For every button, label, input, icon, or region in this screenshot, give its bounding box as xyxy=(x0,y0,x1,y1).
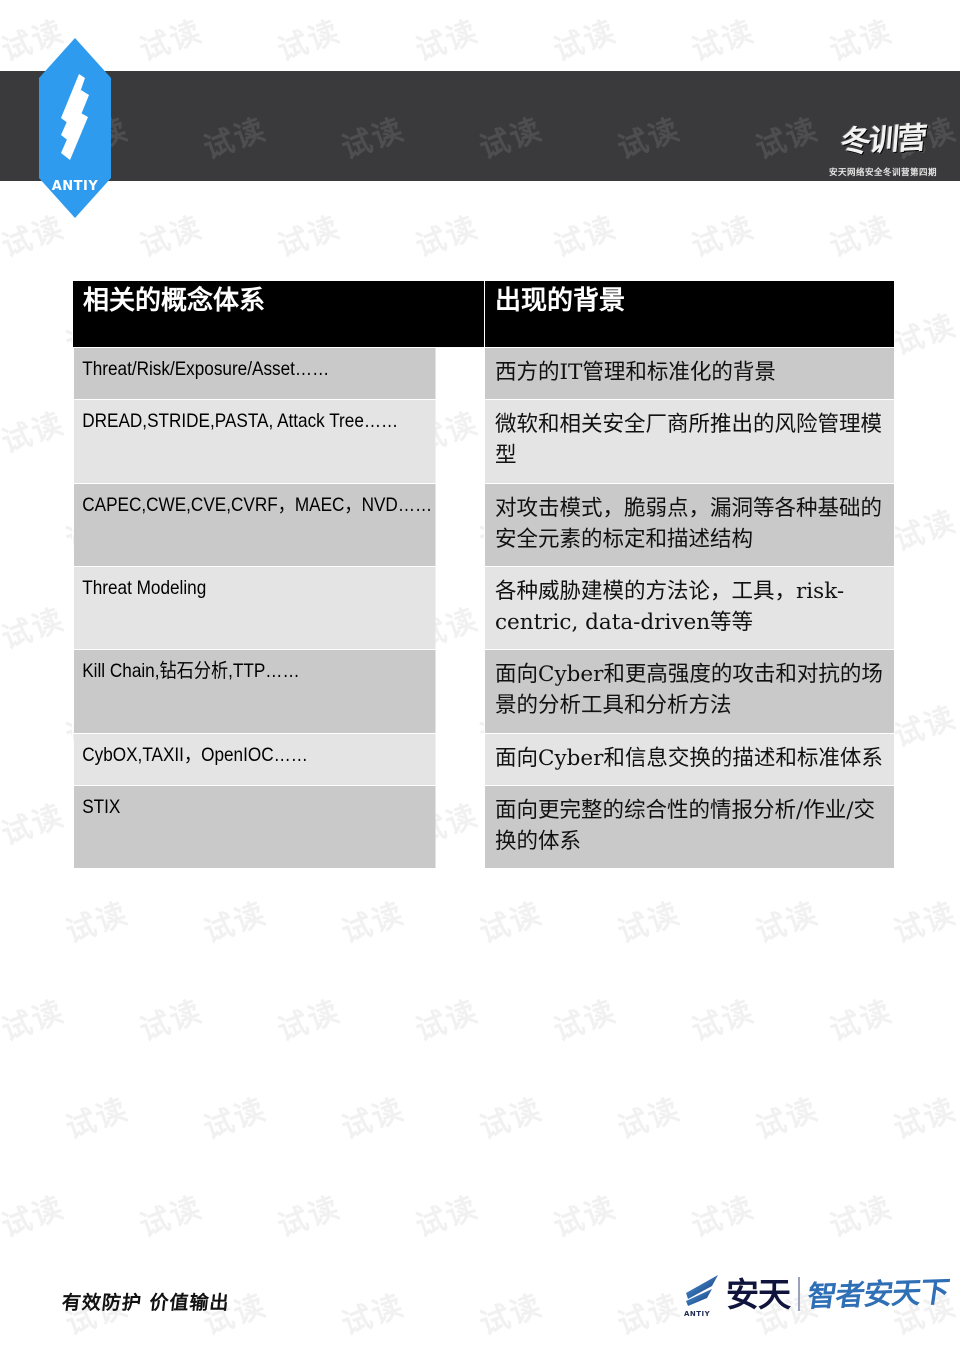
watermark-text: 试读 xyxy=(411,209,484,265)
table-header-row: 相关的概念体系 出现的背景 xyxy=(72,280,895,348)
header-band xyxy=(0,71,960,181)
table-row: CAPEC,CWE,CVE,CVRF，MAEC，NVD…… 对攻击模式，脆弱点，… xyxy=(72,482,895,567)
watermark-text: 试读 xyxy=(411,13,484,69)
column-header-concept: 相关的概念体系 xyxy=(72,280,485,348)
antiy-badge-wordmark: ANTIY xyxy=(52,179,99,194)
antiy-swoosh-icon: ANTIY xyxy=(682,1271,722,1318)
calligraphy-title: 冬训营 xyxy=(839,120,927,161)
table-body: Threat/Risk/Exposure/Asset…… 西方的IT管理和标准化… xyxy=(72,346,895,870)
watermark-text: 试读 xyxy=(613,1287,686,1343)
cell-concept: Threat/Risk/Exposure/Asset…… xyxy=(72,346,436,401)
watermark-text: 试读 xyxy=(613,895,686,951)
watermark-text: 试读 xyxy=(889,699,960,755)
watermark-text: 试读 xyxy=(0,993,70,1049)
footer-tagline: 智者安天下 xyxy=(805,1274,951,1313)
cell-background: 面向更完整的综合性的情报分析/作业/交换的体系 xyxy=(484,784,895,870)
watermark-text: 试读 xyxy=(337,1091,410,1147)
watermark-text: 试读 xyxy=(337,895,410,951)
footer-antiy-logo: ANTIY 安天 智者安天下 xyxy=(682,1265,951,1323)
column-header-background: 出现的背景 xyxy=(484,280,895,348)
watermark-text: 试读 xyxy=(135,993,208,1049)
table-row: DREAD,STRIDE,PASTA, Attack Tree…… 微软和相关安… xyxy=(72,399,895,484)
watermark-text: 试读 xyxy=(825,209,898,265)
table-row: Threat/Risk/Exposure/Asset…… 西方的IT管理和标准化… xyxy=(72,346,895,401)
watermark-text: 试读 xyxy=(411,1189,484,1245)
cell-concept: CAPEC,CWE,CVE,CVRF，MAEC，NVD…… xyxy=(72,482,436,567)
footer-slogan: 有效防护 价值输出 xyxy=(60,1292,231,1314)
cell-concept: DREAD,STRIDE,PASTA, Attack Tree…… xyxy=(72,399,436,484)
table-row: Threat Modeling 各种威胁建模的方法论，工具，risk-centr… xyxy=(72,565,895,651)
watermark-text: 试读 xyxy=(889,1091,960,1147)
watermark-text: 试读 xyxy=(135,1189,208,1245)
watermark-text: 试读 xyxy=(0,1189,70,1245)
table-row: STIX 面向更完整的综合性的情报分析/作业/交换的体系 xyxy=(72,784,895,870)
footer-company-name: 安天 xyxy=(725,1274,791,1314)
watermark-text: 试读 xyxy=(199,1091,272,1147)
watermark-text: 试读 xyxy=(273,993,346,1049)
watermark-text: 试读 xyxy=(273,13,346,69)
watermark-text: 试读 xyxy=(751,895,824,951)
watermark-text: 试读 xyxy=(0,601,70,657)
watermark-text: 试读 xyxy=(549,993,622,1049)
watermark-text: 试读 xyxy=(889,307,960,363)
watermark-text: 试读 xyxy=(475,1091,548,1147)
cell-background: 面向Cyber和更高强度的攻击和对抗的场景的分析工具和分析方法 xyxy=(484,649,895,734)
watermark-text: 试读 xyxy=(475,1287,548,1343)
watermark-text: 试读 xyxy=(549,209,622,265)
cell-background: 微软和相关安全厂商所推出的风险管理模型 xyxy=(484,399,895,484)
watermark-text: 试读 xyxy=(337,1287,410,1343)
watermark-text: 试读 xyxy=(199,895,272,951)
watermark-text: 试读 xyxy=(475,895,548,951)
watermark-text: 试读 xyxy=(0,797,70,853)
cell-concept: Kill Chain,钻石分析,TTP…… xyxy=(72,649,436,734)
watermark-text: 试读 xyxy=(135,209,208,265)
table-row: CybOX,TAXII，OpenIOC…… 面向Cyber和信息交换的描述和标准… xyxy=(72,732,895,786)
antiy-footer-wordmark: ANTIY xyxy=(683,1310,711,1318)
calligraphy-block: 冬训营 安天网络安全冬训营第四期 xyxy=(818,78,948,178)
concept-system-table: 相关的概念体系 出现的背景 Threat/Risk/Exposure/Asset… xyxy=(72,280,895,870)
watermark-text: 试读 xyxy=(751,1091,824,1147)
antiy-logo-badge: ANTIY xyxy=(39,38,111,218)
watermark-text: 试读 xyxy=(61,895,134,951)
watermark-text: 试读 xyxy=(889,895,960,951)
watermark-text: 试读 xyxy=(549,13,622,69)
antiy-badge-icon: ANTIY xyxy=(39,38,111,218)
watermark-text: 试读 xyxy=(61,1091,134,1147)
watermark-text: 试读 xyxy=(273,1189,346,1245)
watermark-text: 试读 xyxy=(0,405,70,461)
watermark-text: 试读 xyxy=(411,993,484,1049)
cell-background: 西方的IT管理和标准化的背景 xyxy=(484,346,895,401)
cell-concept: STIX xyxy=(72,784,436,870)
cell-concept: Threat Modeling xyxy=(72,565,436,651)
table-row: Kill Chain,钻石分析,TTP…… 面向Cyber和更高强度的攻击和对抗… xyxy=(72,649,895,734)
calligraphy-subtitle: 安天网络安全冬训营第四期 xyxy=(828,168,937,178)
watermark-text: 试读 xyxy=(687,993,760,1049)
watermark-text: 试读 xyxy=(687,1189,760,1245)
cell-background: 各种威胁建模的方法论，工具，risk-centric, data-driven等… xyxy=(484,565,895,651)
footer-logo-divider xyxy=(797,1277,800,1311)
cell-background: 面向Cyber和信息交换的描述和标准体系 xyxy=(484,732,895,786)
watermark-text: 试读 xyxy=(825,993,898,1049)
watermark-text: 试读 xyxy=(889,503,960,559)
watermark-text: 试读 xyxy=(825,1189,898,1245)
cell-concept: CybOX,TAXII，OpenIOC…… xyxy=(72,732,436,786)
watermark-text: 试读 xyxy=(273,209,346,265)
watermark-text: 试读 xyxy=(135,13,208,69)
cell-background: 对攻击模式，脆弱点，漏洞等各种基础的安全元素的标定和描述结构 xyxy=(484,482,895,567)
watermark-text: 试读 xyxy=(549,1189,622,1245)
watermark-text: 试读 xyxy=(687,209,760,265)
watermark-text: 试读 xyxy=(825,13,898,69)
watermark-text: 试读 xyxy=(613,1091,686,1147)
watermark-text: 试读 xyxy=(687,13,760,69)
